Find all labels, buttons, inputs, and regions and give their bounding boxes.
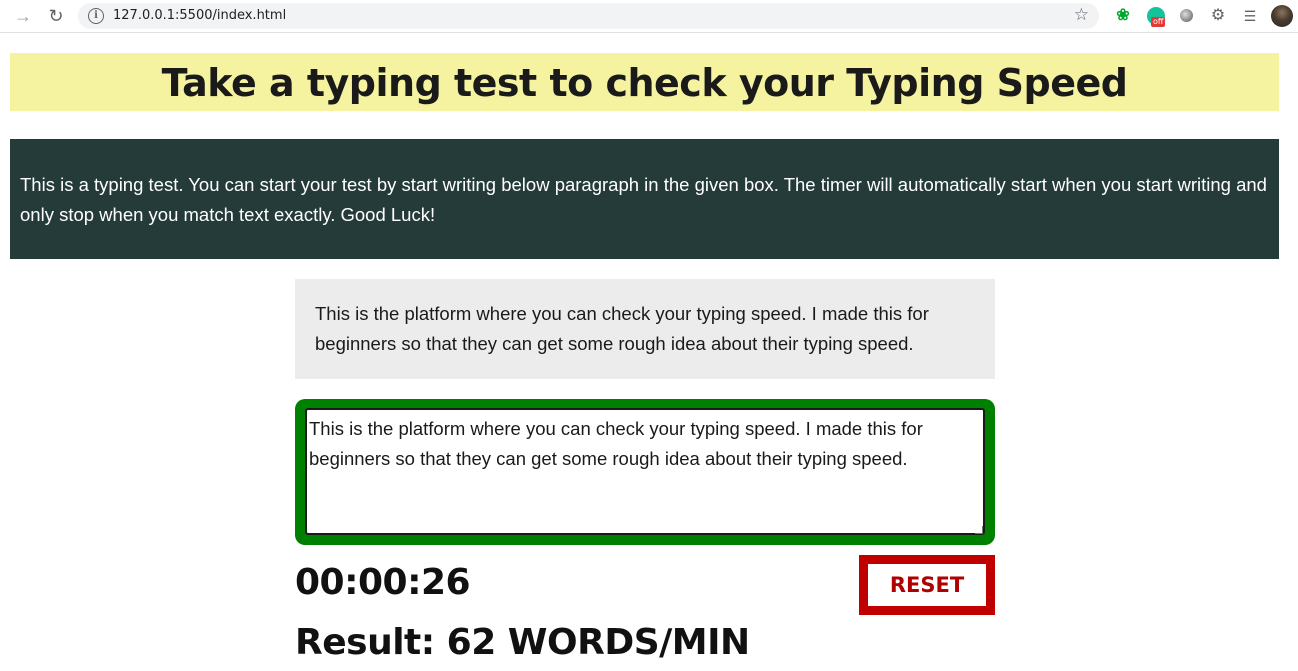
typing-area-border bbox=[295, 399, 995, 545]
url-text[interactable]: 127.0.0.1:5500/index.html bbox=[113, 8, 286, 23]
forward-arrow-icon[interactable]: → bbox=[12, 6, 34, 26]
profile-avatar[interactable] bbox=[1271, 5, 1293, 27]
puzzle-icon[interactable]: ⚙ bbox=[1209, 7, 1227, 25]
typing-input[interactable] bbox=[305, 408, 985, 535]
instructions-text: This is a typing test. You can start you… bbox=[20, 174, 1267, 225]
timer-display: 00:00:26 bbox=[295, 562, 471, 603]
media-control-icon[interactable]: ☰ bbox=[1241, 7, 1259, 25]
instructions-panel: This is a typing test. You can start you… bbox=[10, 139, 1279, 259]
reload-icon[interactable]: ↻ bbox=[45, 6, 67, 26]
browser-toolbar: → ↻ i 127.0.0.1:5500/index.html ☆ ❀ off … bbox=[0, 0, 1298, 33]
source-paragraph: This is the platform where you can check… bbox=[315, 303, 929, 354]
result-text: Result: 62 WORDS/MIN bbox=[295, 622, 750, 663]
source-paragraph-box: This is the platform where you can check… bbox=[295, 279, 995, 379]
evernote-icon[interactable]: ❀ bbox=[1114, 7, 1132, 25]
grammarly-icon[interactable]: off bbox=[1147, 7, 1166, 27]
page-title: Take a typing test to check your Typing … bbox=[161, 61, 1128, 105]
reset-button[interactable]: RESET bbox=[859, 555, 995, 615]
circle-extension-icon[interactable] bbox=[1178, 7, 1196, 25]
header-banner: Take a typing test to check your Typing … bbox=[10, 53, 1279, 111]
resize-handle[interactable] bbox=[975, 526, 983, 534]
info-icon[interactable]: i bbox=[88, 8, 104, 24]
star-icon[interactable]: ☆ bbox=[1074, 5, 1089, 25]
extension-badge: off bbox=[1151, 17, 1166, 27]
address-bar[interactable]: i 127.0.0.1:5500/index.html ☆ bbox=[78, 3, 1099, 29]
